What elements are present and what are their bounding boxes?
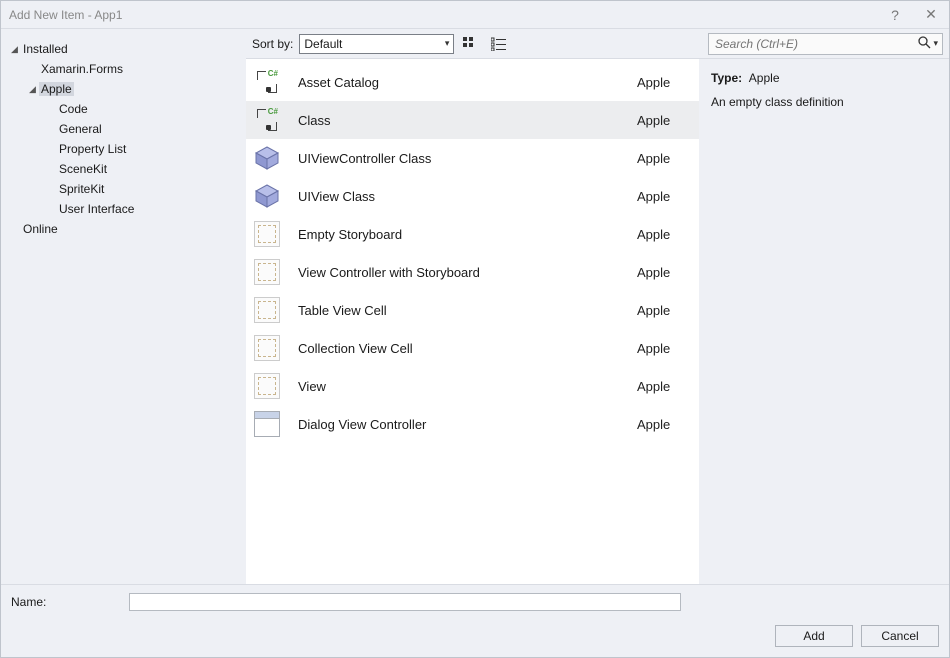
details-type-line: Type: Apple [711,71,937,85]
csharp-class-icon: C# [252,67,282,97]
template-category: Apple [637,75,687,90]
template-name: View Controller with Storyboard [298,265,637,280]
template-category: Apple [637,417,687,432]
tree-node-general[interactable]: General [45,119,242,139]
toolbar: Sort by: Default ▾ ▾ [246,29,949,59]
close-button[interactable]: ✕ [921,6,941,23]
name-row: Name: [11,593,939,611]
storyboard-frame-icon [252,295,282,325]
template-row[interactable]: Empty StoryboardApple [246,215,699,253]
template-row[interactable]: UIView ClassApple [246,177,699,215]
template-category: Apple [637,227,687,242]
template-name: View [298,379,637,394]
template-name: Collection View Cell [298,341,637,356]
tree-node-label: Installed [21,42,70,56]
tree-node-scenekit[interactable]: SceneKit [45,159,242,179]
template-name: Empty Storyboard [298,227,637,242]
template-row[interactable]: UIViewController ClassApple [246,139,699,177]
tree-node-label: Property List [57,142,128,156]
button-row: Add Cancel [11,625,939,647]
tree-node-installed[interactable]: ◢Installed [9,39,242,59]
template-name: Asset Catalog [298,75,637,90]
template-row[interactable]: Table View CellApple [246,291,699,329]
view-list-button[interactable] [488,34,510,54]
window-title: Add New Item - App1 [9,8,885,22]
template-name: Dialog View Controller [298,417,637,432]
tree-node-label: SpriteKit [57,182,106,196]
search-box[interactable]: ▾ [708,33,943,55]
storyboard-frame-icon [252,333,282,363]
details-panel: Type: Apple An empty class definition [699,59,949,584]
tree-node-label: Code [57,102,90,116]
template-category: Apple [637,113,687,128]
list-area: C#Asset CatalogAppleC#ClassAppleUIViewCo… [246,59,949,584]
titlebar: Add New Item - App1 ? ✕ [1,1,949,29]
view-icons-button[interactable] [460,34,482,54]
details-type-label: Type: [711,71,742,85]
tree-node-property-list[interactable]: Property List [45,139,242,159]
search-icon[interactable] [917,35,931,52]
main-panel: Sort by: Default ▾ ▾ [246,29,949,584]
dialog-body: ◢InstalledXamarin.Forms◢AppleCodeGeneral… [1,29,949,584]
window-controls: ? ✕ [885,6,941,23]
search-chevron-down-icon[interactable]: ▾ [933,38,938,49]
category-tree: ◢InstalledXamarin.Forms◢AppleCodeGeneral… [1,29,246,584]
sort-by-label: Sort by: [252,37,293,51]
template-category: Apple [637,303,687,318]
template-category: Apple [637,265,687,280]
template-category: Apple [637,341,687,356]
template-row[interactable]: C# ClassApple [246,101,699,139]
add-button[interactable]: Add [775,625,853,647]
class-cube-icon [252,143,282,173]
storyboard-frame-icon [252,257,282,287]
tree-twisty-icon[interactable]: ◢ [29,84,39,95]
tree-twisty-icon[interactable]: ◢ [11,44,21,55]
add-new-item-dialog: Add New Item - App1 ? ✕ ◢InstalledXamari… [0,0,950,658]
tree-node-label: Online [21,222,60,236]
tree-node-label: Apple [39,82,74,96]
tree-node-label: SceneKit [57,162,109,176]
template-name: UIView Class [298,189,637,204]
search-input[interactable] [713,36,917,52]
sort-by-value: Default [304,37,342,51]
footer: Name: Add Cancel [1,584,949,657]
sort-by-dropdown[interactable]: Default ▾ [299,34,454,54]
class-cube-icon [252,181,282,211]
storyboard-frame-icon [252,371,282,401]
tree-node-label: Xamarin.Forms [39,62,125,76]
template-row[interactable]: Collection View CellApple [246,329,699,367]
csharp-class-icon: C# [252,105,282,135]
template-category: Apple [637,189,687,204]
tree-node-user-interface[interactable]: User Interface [45,199,242,219]
template-name: UIViewController Class [298,151,637,166]
template-row[interactable]: C# Asset CatalogApple [246,63,699,101]
tree-node-label: General [57,122,104,136]
storyboard-frame-icon [252,219,282,249]
template-row[interactable]: ViewApple [246,367,699,405]
details-description: An empty class definition [711,95,937,109]
template-row[interactable]: Dialog View ControllerApple [246,405,699,443]
details-type-value: Apple [749,71,780,85]
help-button[interactable]: ? [885,7,905,23]
dialog-window-icon [252,409,282,439]
template-name: Class [298,113,637,128]
tree-node-online[interactable]: Online [9,219,242,239]
template-row[interactable]: View Controller with StoryboardApple [246,253,699,291]
name-label: Name: [11,595,121,609]
tree-node-xamarin-forms[interactable]: Xamarin.Forms [27,59,242,79]
template-category: Apple [637,151,687,166]
template-list: C#Asset CatalogAppleC#ClassAppleUIViewCo… [246,59,699,584]
template-category: Apple [637,379,687,394]
tree-node-apple[interactable]: ◢Apple [27,79,242,99]
tree-node-spritekit[interactable]: SpriteKit [45,179,242,199]
cancel-button[interactable]: Cancel [861,625,939,647]
template-name: Table View Cell [298,303,637,318]
tree-node-label: User Interface [57,202,136,216]
chevron-down-icon: ▾ [445,38,450,49]
tree-node-code[interactable]: Code [45,99,242,119]
name-input[interactable] [129,593,681,611]
